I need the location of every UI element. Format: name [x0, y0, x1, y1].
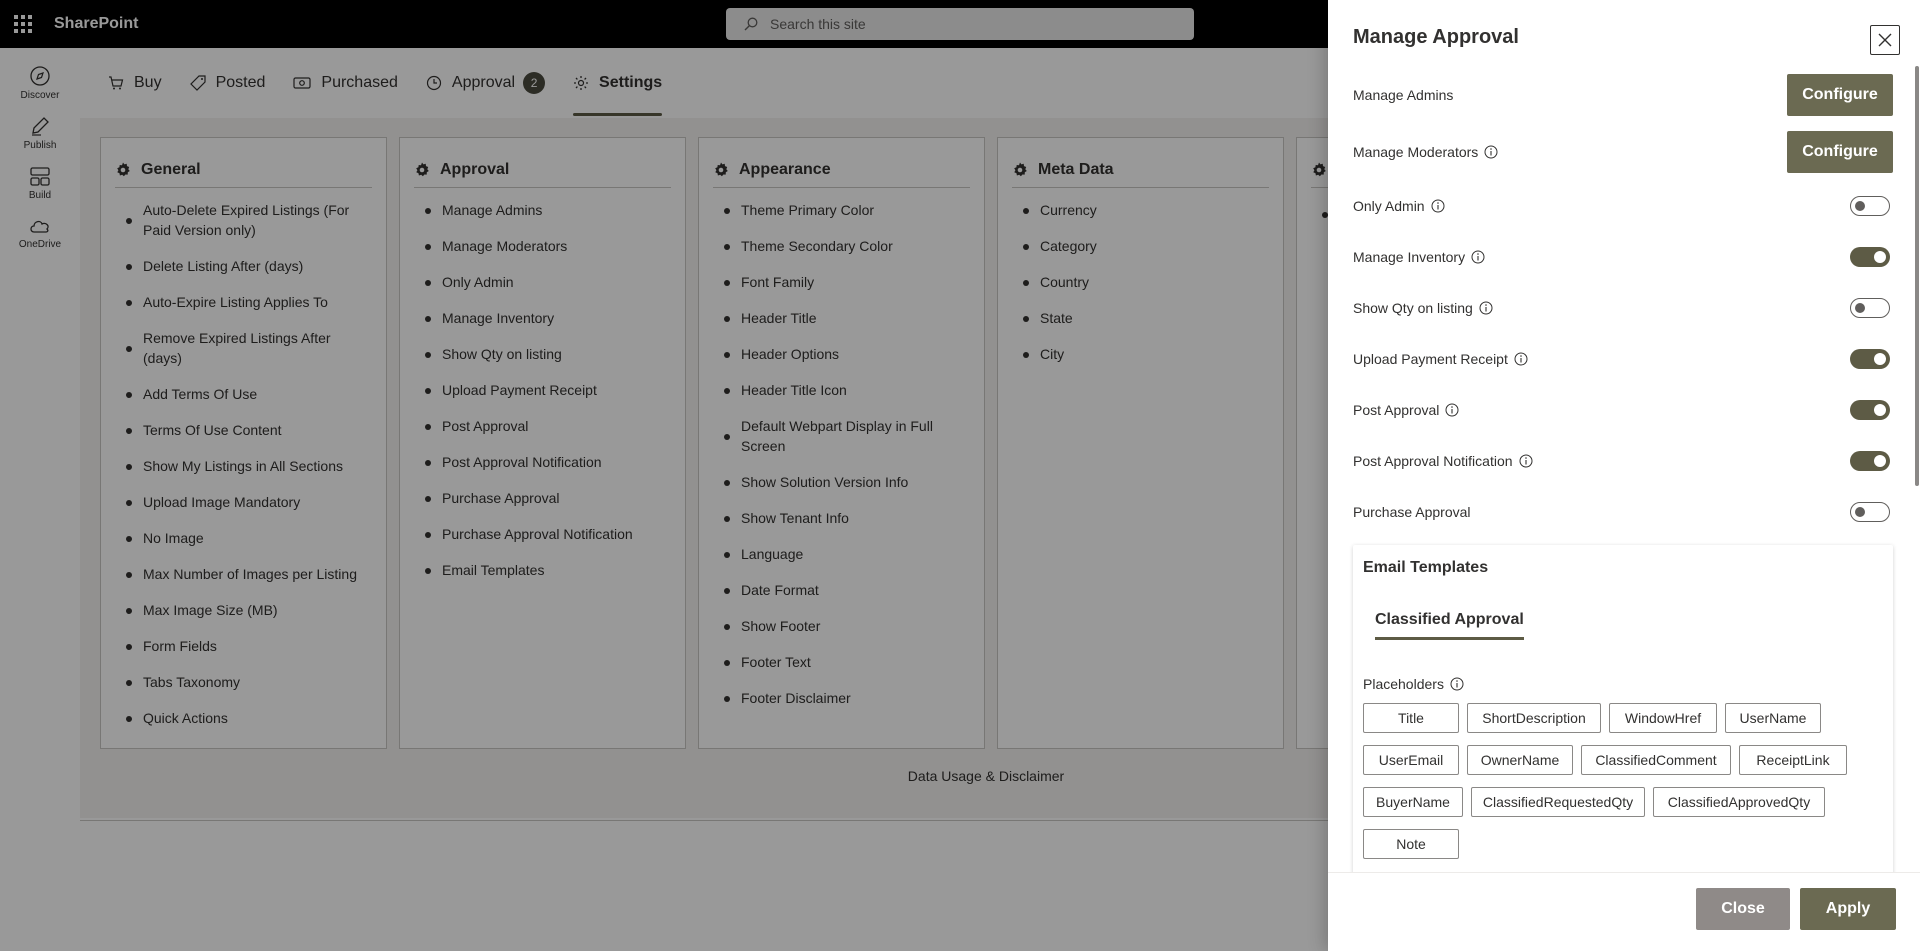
setting-label: Manage Inventory — [1353, 249, 1485, 265]
setting-row-manage-admins: Manage Admins Configure — [1353, 74, 1893, 116]
info-icon[interactable] — [1450, 677, 1464, 691]
panel-title: Manage Approval — [1353, 26, 1519, 48]
manage-approval-panel: Manage Approval Manage Admins Configure … — [1328, 0, 1920, 951]
info-icon[interactable] — [1484, 145, 1498, 159]
placeholder-chip[interactable]: ClassifiedRequestedQty — [1471, 787, 1645, 817]
email-templates-section: Email Templates Classified Approval Plac… — [1353, 545, 1893, 872]
placeholder-chip[interactable]: ClassifiedComment — [1581, 745, 1731, 775]
close-icon — [1878, 33, 1892, 47]
setting-label: Manage Admins — [1353, 87, 1454, 103]
placeholder-chip[interactable]: Note — [1363, 829, 1459, 859]
placeholder-chip[interactable]: OwnerName — [1467, 745, 1573, 775]
setting-label: Post Approval Notification — [1353, 453, 1533, 469]
setting-row-manage-inventory: Manage Inventory — [1353, 237, 1893, 277]
apply-button[interactable]: Apply — [1800, 888, 1896, 930]
modal-overlay[interactable] — [0, 0, 1328, 951]
info-icon[interactable] — [1519, 454, 1533, 468]
setting-row-only-admin: Only Admin — [1353, 186, 1893, 226]
setting-label: Only Admin — [1353, 198, 1445, 214]
placeholder-chip[interactable]: BuyerName — [1363, 787, 1463, 817]
panel-body: Manage Admins Configure Manage Moderator… — [1328, 68, 1920, 872]
configure-admins-button[interactable]: Configure — [1787, 74, 1893, 116]
setting-row-upload-receipt: Upload Payment Receipt — [1353, 339, 1893, 379]
setting-row-post-approval-notification: Post Approval Notification — [1353, 441, 1893, 481]
close-panel-button[interactable] — [1870, 25, 1900, 55]
configure-moderators-button[interactable]: Configure — [1787, 131, 1893, 173]
only-admin-toggle[interactable] — [1850, 196, 1890, 216]
post-approval-notification-toggle[interactable] — [1850, 451, 1890, 471]
setting-label: Manage Moderators — [1353, 144, 1498, 160]
placeholders-label: Placeholders — [1363, 676, 1464, 692]
setting-row-purchase-approval: Purchase Approval — [1353, 492, 1893, 532]
placeholder-chip[interactable]: ShortDescription — [1467, 703, 1601, 733]
info-icon[interactable] — [1445, 403, 1459, 417]
setting-row-post-approval: Post Approval — [1353, 390, 1893, 430]
info-icon[interactable] — [1479, 301, 1493, 315]
setting-label: Upload Payment Receipt — [1353, 351, 1528, 367]
placeholder-chip[interactable]: ClassifiedApprovedQty — [1653, 787, 1825, 817]
show-qty-toggle[interactable] — [1850, 298, 1890, 318]
setting-label: Purchase Approval — [1353, 504, 1471, 520]
post-approval-toggle[interactable] — [1850, 400, 1890, 420]
placeholder-chip[interactable]: UserName — [1725, 703, 1821, 733]
info-icon[interactable] — [1431, 199, 1445, 213]
placeholder-chip[interactable]: WindowHref — [1609, 703, 1717, 733]
setting-label: Post Approval — [1353, 402, 1459, 418]
tab-classified-approval[interactable]: Classified Approval — [1375, 611, 1524, 640]
upload-receipt-toggle[interactable] — [1850, 349, 1890, 369]
close-button[interactable]: Close — [1696, 888, 1790, 930]
info-icon[interactable] — [1471, 250, 1485, 264]
placeholder-chip[interactable]: ReceiptLink — [1739, 745, 1847, 775]
manage-inventory-toggle[interactable] — [1850, 247, 1890, 267]
setting-label: Show Qty on listing — [1353, 300, 1493, 316]
panel-scrollbar[interactable] — [1915, 66, 1919, 486]
purchase-approval-toggle[interactable] — [1850, 502, 1890, 522]
placeholder-chip[interactable]: UserEmail — [1363, 745, 1459, 775]
setting-row-manage-moderators: Manage Moderators Configure — [1353, 131, 1893, 173]
info-icon[interactable] — [1514, 352, 1528, 366]
section-title: Email Templates — [1363, 559, 1489, 576]
setting-row-show-qty: Show Qty on listing — [1353, 288, 1893, 328]
placeholder-chip[interactable]: Title — [1363, 703, 1459, 733]
